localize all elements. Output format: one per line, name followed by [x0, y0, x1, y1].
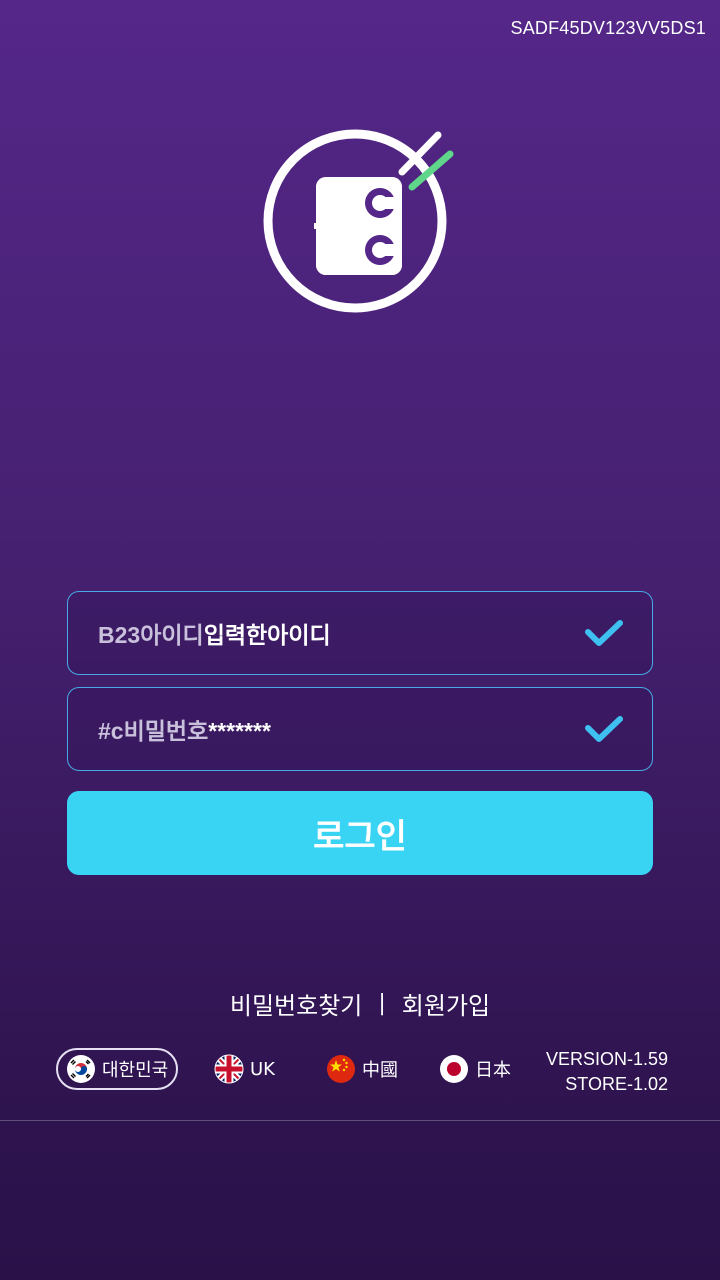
password-input[interactable]: #c비밀번호******* [67, 687, 653, 771]
footer-divider [0, 1120, 720, 1121]
account-links: 비밀번호찾기 | 회원가입 [0, 986, 720, 1021]
language-option-china[interactable]: 中國 [326, 1048, 398, 1090]
app-version-label: VERSION-1.59 [545, 1049, 668, 1069]
check-icon [585, 716, 623, 742]
password-input-value: ******* [208, 718, 271, 744]
korea-flag-icon [67, 1055, 95, 1083]
china-flag-icon [327, 1055, 355, 1083]
id-input[interactable]: B23아이디입력한아이디 [67, 591, 653, 675]
signup-link[interactable]: 회원가입 [402, 986, 490, 1021]
uk-flag-icon [214, 1054, 244, 1084]
login-button[interactable]: 로그인 [67, 791, 653, 875]
store-version-label: STORE-1.02 [565, 1074, 668, 1094]
link-separator: | [378, 991, 386, 1016]
id-input-value: 입력한아이디 [203, 622, 331, 648]
language-option-japan[interactable]: 日本 [439, 1048, 511, 1090]
check-icon [585, 620, 623, 646]
language-label: 中國 [362, 1060, 398, 1081]
password-input-text: #c비밀번호******* [98, 712, 584, 746]
language-label: 日本 [475, 1060, 511, 1081]
device-id-label: SADF45DV123VV5DS1 [510, 18, 706, 38]
password-input-prefix: #c비밀번호 [98, 718, 209, 744]
language-option-uk[interactable]: UK [214, 1048, 275, 1090]
find-password-link[interactable]: 비밀번호찾기 [230, 986, 362, 1021]
id-input-prefix: B23아이디 [98, 622, 204, 648]
language-option-korea[interactable]: 대한민국 [56, 1048, 179, 1090]
language-label: UK [250, 1058, 275, 1080]
app-logo [263, 129, 454, 313]
id-input-text: B23아이디입력한아이디 [98, 616, 584, 650]
japan-flag-icon [440, 1055, 468, 1083]
language-label: 대한민국 [102, 1060, 169, 1081]
version-info: VERSION-1.59 STORE-1.02 [546, 1047, 668, 1097]
